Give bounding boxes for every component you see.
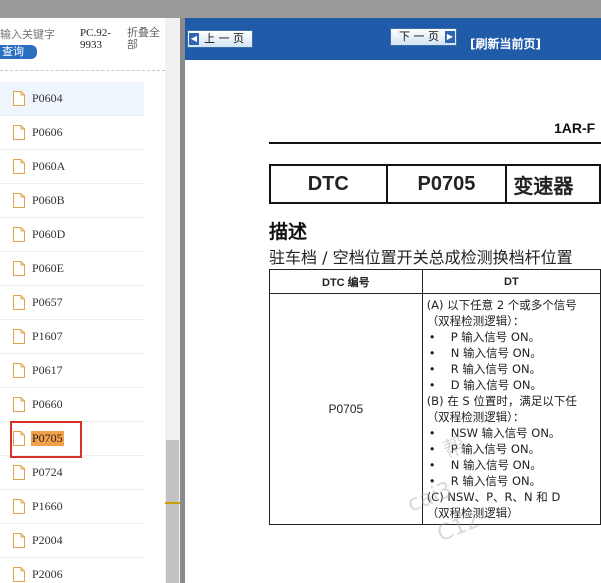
document-icon (13, 397, 25, 412)
sidebar-item-label: P2006 (32, 567, 63, 581)
document-icon (13, 295, 25, 310)
sidebar-item-p0660[interactable]: P0660 (0, 388, 144, 422)
dtc-label: DTC (269, 164, 388, 204)
sidebar-item-p060e[interactable]: P060E (0, 252, 144, 286)
sidebar-item-label: P0724 (32, 465, 63, 479)
sidebar-item-p060d[interactable]: P060D (0, 218, 144, 252)
bullet-item: • P 输入信号 ON。 (428, 330, 541, 344)
document-icon (13, 329, 25, 344)
sidebar-item-label: P1607 (32, 329, 63, 343)
sidebar-item-label: P0657 (32, 295, 63, 309)
next-page-button[interactable]: 下 一 页 ▶ (390, 28, 457, 46)
sidebar-item-label: P060E (32, 261, 65, 275)
sidebar-item-label: P060B (32, 193, 65, 207)
sidebar-item-p0604[interactable]: P0604 (0, 82, 144, 116)
document-icon (13, 125, 25, 140)
dtc-title: 变速器 (505, 164, 601, 204)
document-icon (13, 227, 25, 242)
section-heading: 描述 (269, 221, 308, 243)
refresh-page-link[interactable]: [刷新当前页] (470, 35, 541, 52)
sidebar-item-p1660[interactable]: P1660 (0, 490, 144, 524)
sidebar-item-p0657[interactable]: P0657 (0, 286, 144, 320)
arrow-left-icon: ◀ (189, 33, 199, 45)
collapse-all-link[interactable]: 折叠全部 (127, 27, 167, 51)
column-header-condition: DT (421, 269, 601, 294)
sidebar-item-label: P1660 (32, 499, 63, 513)
sidebar-item-label: P0606 (32, 125, 63, 139)
dtc-code-cell: P0705 (269, 293, 423, 525)
sidebar-item-p0724[interactable]: P0724 (0, 456, 144, 490)
document-view: 1AR-F DTC P0705 变速器 描述 驻车档 / 空档位置开关总成检测换… (185, 60, 601, 583)
document-icon (13, 363, 25, 378)
scrollbar-grip (165, 502, 180, 504)
document-icon (13, 465, 25, 480)
prev-page-label: 上 一 页 (204, 32, 244, 45)
column-header-code: DTC 编号 (269, 269, 423, 294)
sidebar-scrollbar-thumb[interactable] (166, 440, 179, 583)
next-page-label: 下 一 页 (399, 30, 439, 43)
description-text: 驻车档 / 空档位置开关总成检测换档杆位置 (269, 248, 573, 267)
header-rule (269, 142, 601, 144)
sidebar-item-label: P0617 (32, 363, 63, 377)
condition-b-logic: （双程检测逻辑）： (426, 410, 525, 424)
selection-highlight-box (10, 421, 82, 458)
dtc-code: P0705 (385, 164, 508, 204)
left-panel: 查询 PC.92-9933 折叠全部 P0604P0606P060AP060BP… (0, 18, 184, 583)
condition-a: (A) 以下任意 2 个或多个信号 (426, 298, 577, 312)
search-button[interactable]: 查询 (0, 45, 37, 59)
document-icon (13, 499, 25, 514)
search-input[interactable] (0, 27, 80, 41)
model-code: PC.92-9933 (80, 27, 111, 51)
bullet-item: • R 输入信号 ON。 (428, 474, 542, 488)
sidebar-item-label: P2004 (32, 533, 63, 547)
divider (0, 70, 165, 71)
document-icon (13, 91, 25, 106)
sidebar-item-p2004[interactable]: P2004 (0, 524, 144, 558)
sidebar-item-p0606[interactable]: P0606 (0, 116, 144, 150)
bullet-item: • R 输入信号 ON。 (428, 362, 542, 376)
document-icon (13, 159, 25, 174)
sidebar-item-p060b[interactable]: P060B (0, 184, 144, 218)
top-strip (0, 0, 601, 18)
sidebar-item-label: P0660 (32, 397, 63, 411)
document-icon (13, 533, 25, 548)
condition-b: (B) 在 S 位置时，满足以下任 (426, 394, 577, 408)
sidebar-item-p2006[interactable]: P2006 (0, 558, 144, 583)
sidebar-item-p0617[interactable]: P0617 (0, 354, 144, 388)
document-icon (13, 567, 25, 582)
engine-code: 1AR-F (554, 120, 596, 136)
arrow-right-icon: ▶ (445, 31, 455, 43)
prev-page-button[interactable]: ◀ 上 一 页 (187, 30, 253, 48)
document-icon (13, 193, 25, 208)
sidebar-item-p060a[interactable]: P060A (0, 150, 144, 184)
condition-a-logic: （双程检测逻辑）： (426, 314, 525, 328)
sidebar-item-label: P060A (32, 159, 66, 173)
bullet-item: • D 输入信号 ON。 (428, 378, 543, 392)
sidebar-item-label: P060D (32, 227, 66, 241)
bullet-item: • N 输入信号 ON。 (428, 346, 542, 360)
sidebar-item-label: P0604 (32, 91, 63, 105)
dtc-header-table: DTC P0705 变速器 (269, 164, 601, 204)
dtc-tree: P0604 P0606 P060A P060B P060D P060E P0657 P1607… (0, 82, 144, 583)
sidebar-item-p1607[interactable]: P1607 (0, 320, 144, 354)
document-icon (13, 261, 25, 276)
